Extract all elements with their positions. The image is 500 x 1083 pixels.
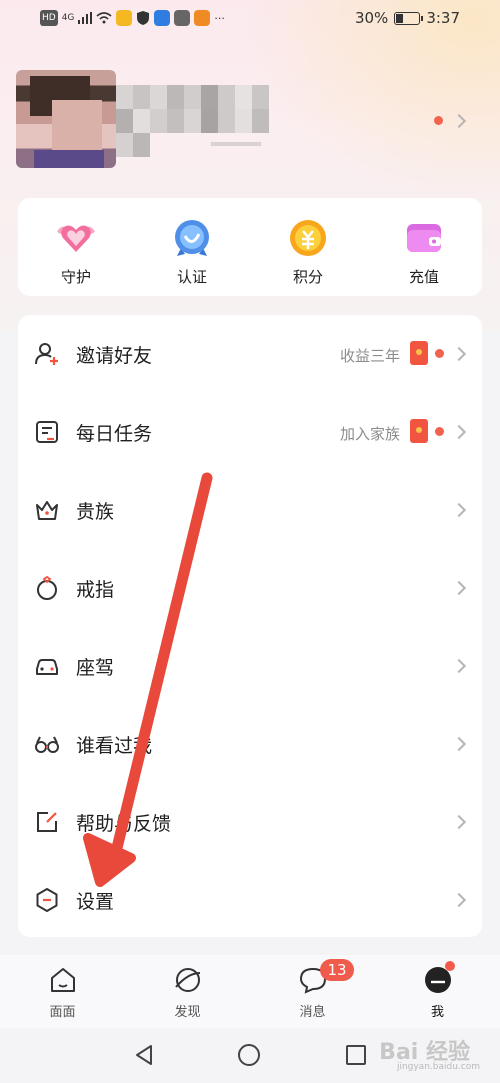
points-coin-icon (290, 220, 326, 256)
menu-item-vehicle[interactable]: 座驾 (18, 627, 482, 705)
battery-icon (394, 11, 424, 25)
wallet-icon (407, 224, 441, 252)
status-left: HD 4G ··· (40, 10, 225, 26)
glasses-icon (35, 736, 59, 753)
notification-dot (445, 961, 455, 971)
signal-icon (78, 12, 93, 24)
tab-label: 发现 (174, 1005, 201, 1020)
menu-item-ring[interactable]: 戒指 (18, 549, 482, 627)
quick-action-verify[interactable]: 认证 (134, 198, 250, 296)
app-notification-icon (174, 10, 191, 26)
tab-label: 我 (430, 1005, 444, 1020)
menu-item-label: 贵族 (76, 501, 115, 523)
watermark-url: jingyan.baidu.com (396, 1062, 480, 1072)
home-icon (50, 968, 75, 992)
quick-action-label: 积分 (292, 268, 323, 286)
battery-level (396, 13, 404, 23)
menu-item-label: 邀请好友 (76, 345, 153, 367)
profile-header[interactable] (16, 70, 486, 170)
app-notification-icon (116, 10, 133, 26)
avatar-shirt (34, 150, 104, 168)
chevron-right-icon (451, 113, 467, 129)
menu-item-invite-friends[interactable]: 邀请好友 收益三年 (18, 315, 482, 393)
red-packet-icon (410, 341, 428, 365)
menu-item-who-viewed-me[interactable]: 谁看过我 (18, 705, 482, 783)
quick-action-label: 认证 (176, 268, 207, 286)
chevron-right-icon (451, 346, 467, 362)
status-right: 30% 3:37 (355, 9, 460, 27)
chevron-right-icon (451, 580, 467, 596)
bottom-tab-bar: 面面 发现 13 消息 我 (0, 955, 500, 1028)
profile-notification-dot (434, 116, 443, 125)
menu-item-settings[interactable]: 设置 (18, 861, 482, 939)
tab-messages[interactable]: 13 消息 (250, 955, 375, 1028)
unread-badge: 13 (320, 959, 354, 981)
chevron-right-icon (451, 892, 467, 908)
battery-percent: 30% (354, 9, 389, 27)
chevron-right-icon (451, 658, 467, 674)
car-icon (36, 659, 58, 675)
verified-badge-icon (175, 220, 209, 256)
chevron-right-icon (451, 502, 467, 518)
menu-item-help-feedback[interactable]: 帮助与反馈 (18, 783, 482, 861)
menu-item-label: 每日任务 (76, 423, 153, 445)
tab-label: 面面 (49, 1005, 76, 1020)
tab-home[interactable]: 面面 (0, 955, 125, 1028)
quick-action-guard[interactable]: 守护 (18, 198, 134, 296)
menu-item-nobility[interactable]: 贵族 (18, 471, 482, 549)
recent-apps-icon[interactable] (346, 1045, 366, 1065)
notification-dot (435, 427, 444, 436)
clock: 3:37 (426, 9, 460, 27)
notification-dot (435, 349, 444, 358)
menu-item-label: 座驾 (76, 657, 115, 679)
menu-item-hint: 加入家族 (339, 425, 400, 443)
quick-action-label: 充值 (408, 268, 439, 286)
feedback-icon (37, 812, 57, 832)
quick-action-recharge[interactable]: 充值 (366, 198, 482, 296)
chevron-right-icon (451, 736, 467, 752)
heart-badge-icon (57, 225, 95, 252)
status-bar: HD 4G ··· 30% 3:37 (0, 0, 500, 38)
daily-task-icon (36, 421, 58, 443)
app-notification-icon (154, 10, 171, 26)
back-icon[interactable] (134, 1044, 154, 1066)
network-type: 4G (61, 13, 75, 23)
crown-icon (36, 501, 58, 520)
shield-icon (137, 11, 150, 25)
avatar[interactable] (16, 70, 116, 168)
chevron-right-icon (451, 814, 467, 830)
menu-item-daily-tasks[interactable]: 每日任务 加入家族 (18, 393, 482, 471)
menu-item-label: 戒指 (76, 579, 115, 601)
menu-item-label: 设置 (76, 891, 115, 913)
menu-item-label: 谁看过我 (76, 735, 153, 757)
wifi-icon (96, 12, 112, 24)
username-blurred (116, 85, 284, 157)
quick-action-points[interactable]: 积分 (250, 198, 366, 296)
hd-indicator: HD (40, 10, 58, 26)
home-nav-icon[interactable] (238, 1044, 260, 1066)
avatar-face (52, 100, 102, 150)
tab-me[interactable]: 我 (375, 955, 500, 1028)
tab-discover[interactable]: 发现 (125, 955, 250, 1028)
chevron-right-icon (451, 424, 467, 440)
tab-label: 消息 (299, 1005, 326, 1020)
settings-icon (36, 888, 58, 912)
menu-item-label: 帮助与反馈 (76, 813, 172, 835)
red-packet-icon (410, 419, 428, 443)
user-id-blurred (211, 142, 261, 146)
menu-card: 邀请好友 收益三年 每日任务 加入家族 贵族 戒指 座驾 谁看过我 帮助与反馈 … (18, 315, 482, 937)
menu-item-hint: 收益三年 (339, 347, 400, 365)
quick-action-label: 守护 (60, 268, 91, 286)
quick-actions-card: 守护 认证 积分 充值 (18, 198, 482, 296)
app-notification-icon (194, 10, 211, 26)
invite-friend-icon (35, 343, 58, 365)
planet-icon (174, 968, 200, 992)
ring-icon (37, 575, 57, 600)
more-notifications: ··· (214, 11, 225, 25)
